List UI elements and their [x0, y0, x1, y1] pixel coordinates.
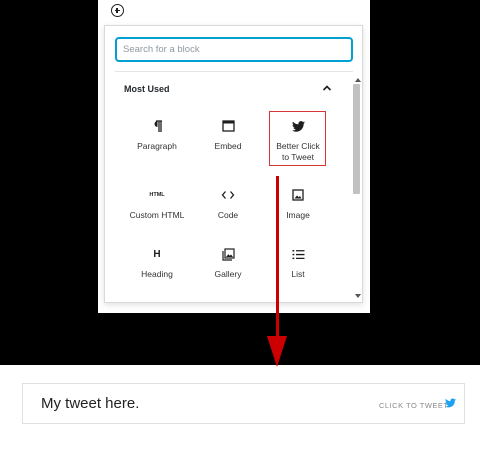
gallery-icon — [220, 246, 236, 262]
block-embed[interactable]: Embed — [196, 114, 260, 170]
heading-icon-text: H — [153, 248, 161, 260]
image-icon — [290, 187, 306, 203]
html-icon-text: HTML — [149, 192, 165, 198]
code-icon — [220, 187, 236, 203]
arrow-line — [276, 176, 279, 346]
highlight-box — [269, 111, 326, 166]
search-input[interactable] — [115, 37, 353, 62]
block-label: Heading — [141, 269, 173, 279]
add-block-icon[interactable] — [111, 4, 124, 17]
section-title-most-used[interactable]: Most Used — [124, 84, 170, 94]
block-label: Code — [217, 210, 239, 220]
click-to-tweet-link[interactable]: CLICK TO TWEET — [379, 401, 449, 410]
block-custom-html[interactable]: HTML Custom HTML — [125, 183, 189, 239]
block-label: Embed — [214, 141, 242, 151]
click-to-tweet-box[interactable]: My tweet here. CLICK TO TWEET — [22, 383, 465, 424]
twitter-bird-icon[interactable] — [445, 398, 456, 408]
embed-icon — [220, 118, 236, 134]
block-paragraph[interactable]: Paragraph — [125, 114, 189, 170]
arrow-down-icon — [267, 336, 287, 367]
scroll-up-arrow-icon[interactable] — [355, 78, 361, 82]
block-gallery[interactable]: Gallery — [196, 242, 260, 298]
block-code[interactable]: Code — [196, 183, 260, 239]
scroll-down-arrow-icon[interactable] — [355, 294, 361, 298]
list-icon — [290, 246, 306, 262]
block-heading[interactable]: H Heading — [125, 242, 189, 298]
block-label: Paragraph — [137, 141, 177, 151]
heading-icon: H — [149, 246, 165, 262]
html-icon: HTML — [149, 187, 165, 203]
block-label: Custom HTML — [129, 210, 185, 220]
paragraph-icon — [149, 118, 165, 134]
tweet-text: My tweet here. — [41, 395, 140, 412]
divider — [115, 71, 353, 72]
scrollbar-thumb[interactable] — [353, 84, 360, 194]
chevron-up-icon[interactable] — [320, 81, 334, 95]
block-label: Gallery — [214, 269, 242, 279]
